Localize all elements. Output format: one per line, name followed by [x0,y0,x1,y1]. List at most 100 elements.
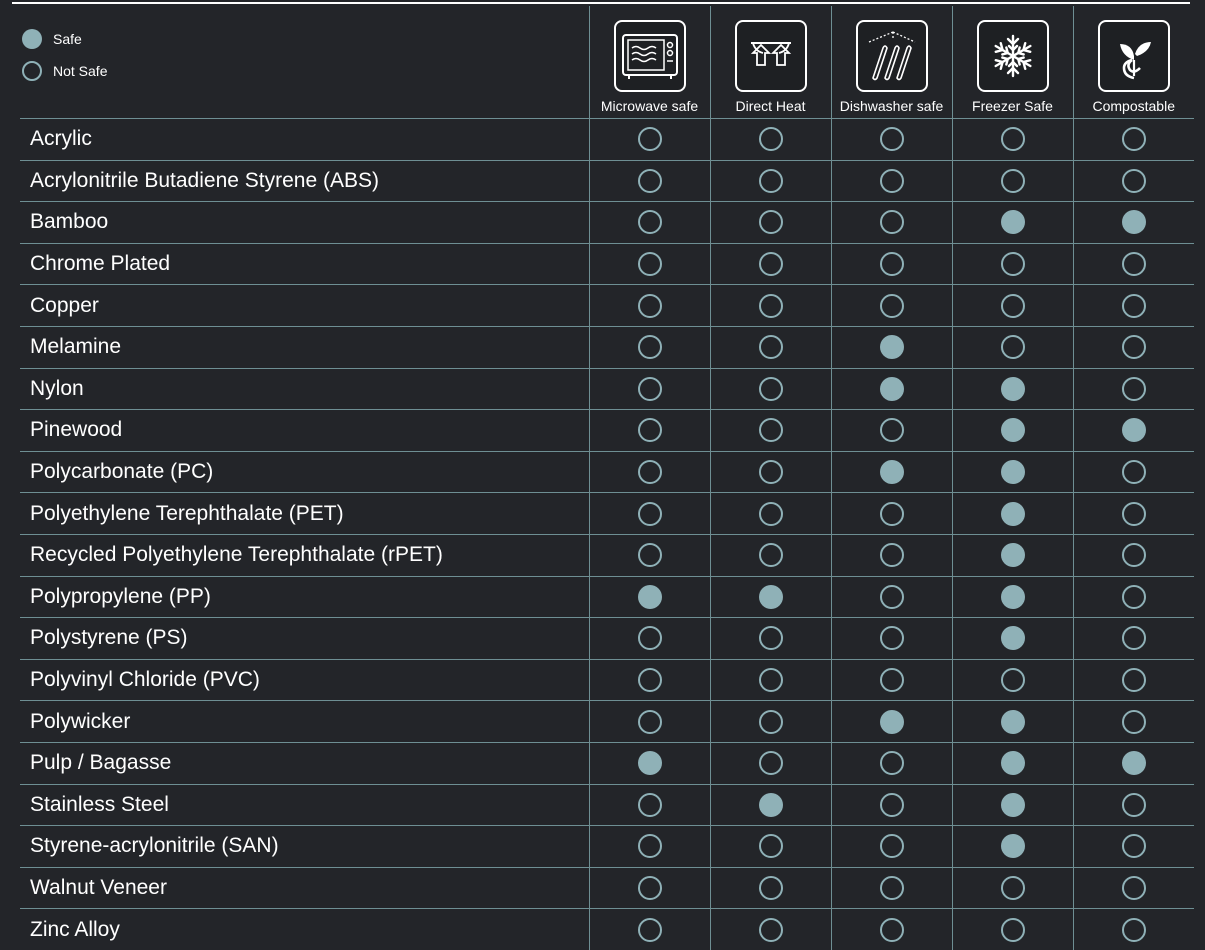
material-name: Polyvinyl Chloride (PVC) [20,659,589,702]
safe-dot-icon [1000,460,1025,485]
safety-cell [1072,908,1194,950]
not-safe-ring-icon [1000,252,1025,277]
table-row: Acrylic [20,118,1194,161]
not-safe-ring-icon [758,293,783,318]
safe-dot-icon [1000,418,1025,443]
safety-cell [830,201,952,244]
safety-cell [588,825,710,868]
safety-cell [951,409,1073,452]
safety-cell [1072,492,1194,535]
not-safe-ring-icon [758,709,783,734]
not-safe-ring-icon [1121,875,1146,900]
safety-cell [709,160,831,203]
not-safe-ring-icon [1121,543,1146,568]
column-header-direct-heat: Direct Heat [709,6,831,119]
safety-cell [830,700,952,743]
safe-dot-icon [1000,584,1025,609]
not-safe-ring-icon [637,917,662,942]
dishwasher-icon [855,20,928,92]
not-safe-ring-icon [758,501,783,526]
safety-cell [709,825,831,868]
safety-cell [588,409,710,452]
safety-cell [1072,659,1194,702]
material-name: Polypropylene (PP) [20,576,589,619]
safety-cell [588,576,710,619]
safety-cell [951,284,1073,327]
not-safe-ring-icon [1121,917,1146,942]
microwave-icon [613,20,686,92]
not-safe-ring-icon [1121,584,1146,609]
safety-cell [588,659,710,702]
not-safe-ring-icon [637,543,662,568]
safety-cell [588,118,710,161]
not-safe-ring-icon [758,418,783,443]
not-safe-ring-icon [879,875,904,900]
column-label-dishwasher: Dishwasher safe [839,98,944,114]
safety-cell [1072,534,1194,577]
not-safe-ring-icon [1121,293,1146,318]
header-row: Microwave safe Direct Heat Dishwasher sa… [20,6,1194,119]
material-name: Acrylonitrile Butadiene Styrene (ABS) [20,160,589,203]
safety-cell [1072,118,1194,161]
not-safe-ring-icon [879,792,904,817]
column-label-freezer: Freezer Safe [972,98,1053,114]
safety-cell [830,742,952,785]
safety-cell [588,326,710,369]
safety-cell [1072,243,1194,286]
not-safe-ring-icon [1121,460,1146,485]
safety-cell [709,409,831,452]
safety-cell [951,659,1073,702]
not-safe-ring-icon [637,501,662,526]
material-name: Bamboo [20,201,589,244]
safety-cell [951,118,1073,161]
not-safe-ring-icon [1121,376,1146,401]
not-safe-ring-icon [1121,834,1146,859]
safety-cell [1072,368,1194,411]
not-safe-ring-icon [637,460,662,485]
not-safe-ring-icon [879,584,904,609]
material-name: Stainless Steel [20,784,589,827]
material-safety-table: Microwave safe Direct Heat Dishwasher sa… [20,6,1194,950]
safe-dot-icon [879,335,904,360]
column-header-compostable: Compostable [1072,6,1194,119]
safety-cell [709,867,831,910]
safety-cell [951,243,1073,286]
safety-cell [951,908,1073,950]
not-safe-ring-icon [637,834,662,859]
not-safe-ring-icon [758,210,783,235]
safety-cell [709,742,831,785]
safety-cell [588,243,710,286]
safety-cell [951,451,1073,494]
table-row: Copper [20,284,1194,327]
not-safe-ring-icon [637,335,662,360]
safe-dot-icon [637,584,662,609]
safety-cell [830,576,952,619]
safety-cell [709,492,831,535]
safety-cell [1072,409,1194,452]
safe-dot-icon [1000,751,1025,776]
column-label-microwave: Microwave safe [600,98,699,114]
not-safe-ring-icon [879,626,904,651]
safety-cell [951,576,1073,619]
not-safe-ring-icon [637,376,662,401]
safe-dot-icon [758,792,783,817]
safety-cell [830,243,952,286]
safety-cell [588,368,710,411]
material-name: Polycarbonate (PC) [20,451,589,494]
safe-dot-icon [879,709,904,734]
not-safe-ring-icon [758,335,783,360]
not-safe-ring-icon [637,418,662,443]
not-safe-ring-icon [1121,501,1146,526]
safety-cell [830,492,952,535]
safety-cell [951,617,1073,660]
safety-cell [951,867,1073,910]
safety-cell [1072,576,1194,619]
safety-cell [709,576,831,619]
table-row: Melamine [20,326,1194,369]
safety-cell [709,243,831,286]
not-safe-ring-icon [758,875,783,900]
table-row: Polypropylene (PP) [20,576,1194,619]
table-row: Pulp / Bagasse [20,742,1194,785]
safe-dot-icon [1121,210,1146,235]
safety-cell [951,160,1073,203]
